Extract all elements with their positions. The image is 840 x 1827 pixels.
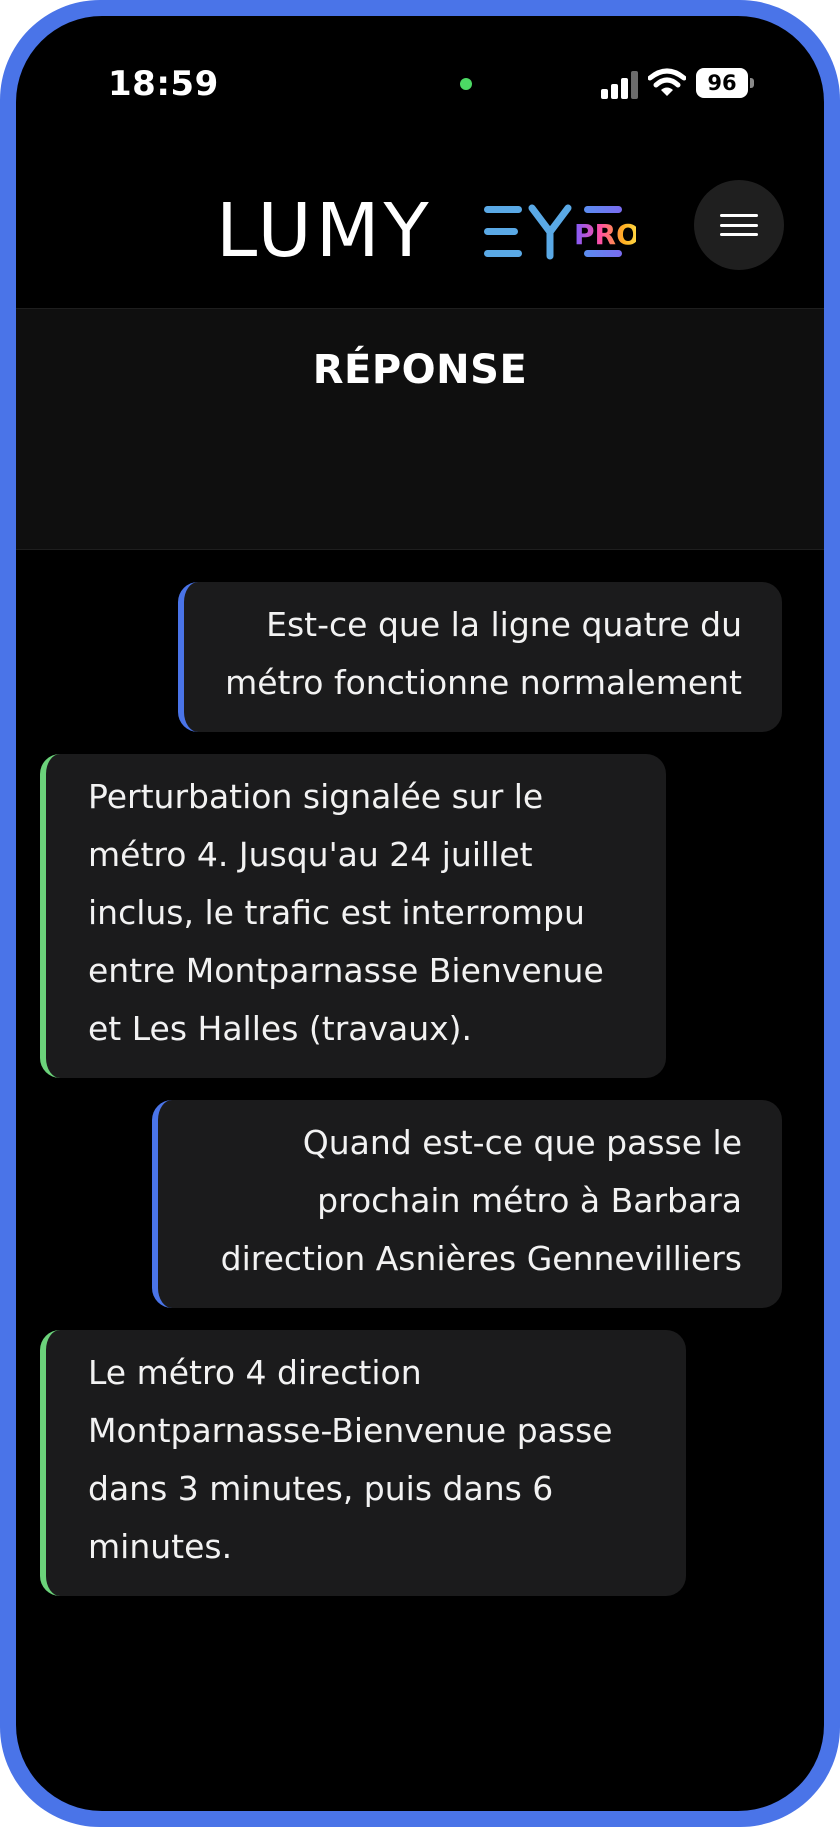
menu-button[interactable] [694,180,784,270]
cellular-signal-icon [601,71,638,99]
battery-tip [750,78,754,88]
logo-text-pro: PRO [574,218,636,251]
screen: 18:59 96 LUMY PRO RÉPONSE Est-ce que la … [16,16,824,1811]
lumyeye-pro-logo: LUMY PRO [216,188,636,268]
wifi-icon [648,68,686,96]
logo-text-lumy: LUMY [216,188,433,268]
assistant-message: Perturbation signalée sur le métro 4. Ju… [40,754,666,1078]
privacy-indicator-dot [460,78,472,90]
section-title: RÉPONSE [312,347,528,393]
battery-icon: 96 [696,68,754,98]
logo-eye-y-icon [528,204,572,260]
section-header: RÉPONSE [16,308,824,550]
logo-eye-e-icon [484,206,522,257]
hamburger-menu-icon [720,214,758,236]
device-frame: 18:59 96 LUMY PRO RÉPONSE Est-ce que la … [0,0,840,1827]
status-time: 18:59 [108,64,219,104]
battery-level: 96 [696,68,748,98]
assistant-message: Le métro 4 direction Montparnasse-Bienve… [40,1330,686,1596]
user-message: Quand est-ce que passe le prochain métro… [152,1100,782,1308]
user-message: Est-ce que la ligne quatre du métro fonc… [178,582,782,732]
